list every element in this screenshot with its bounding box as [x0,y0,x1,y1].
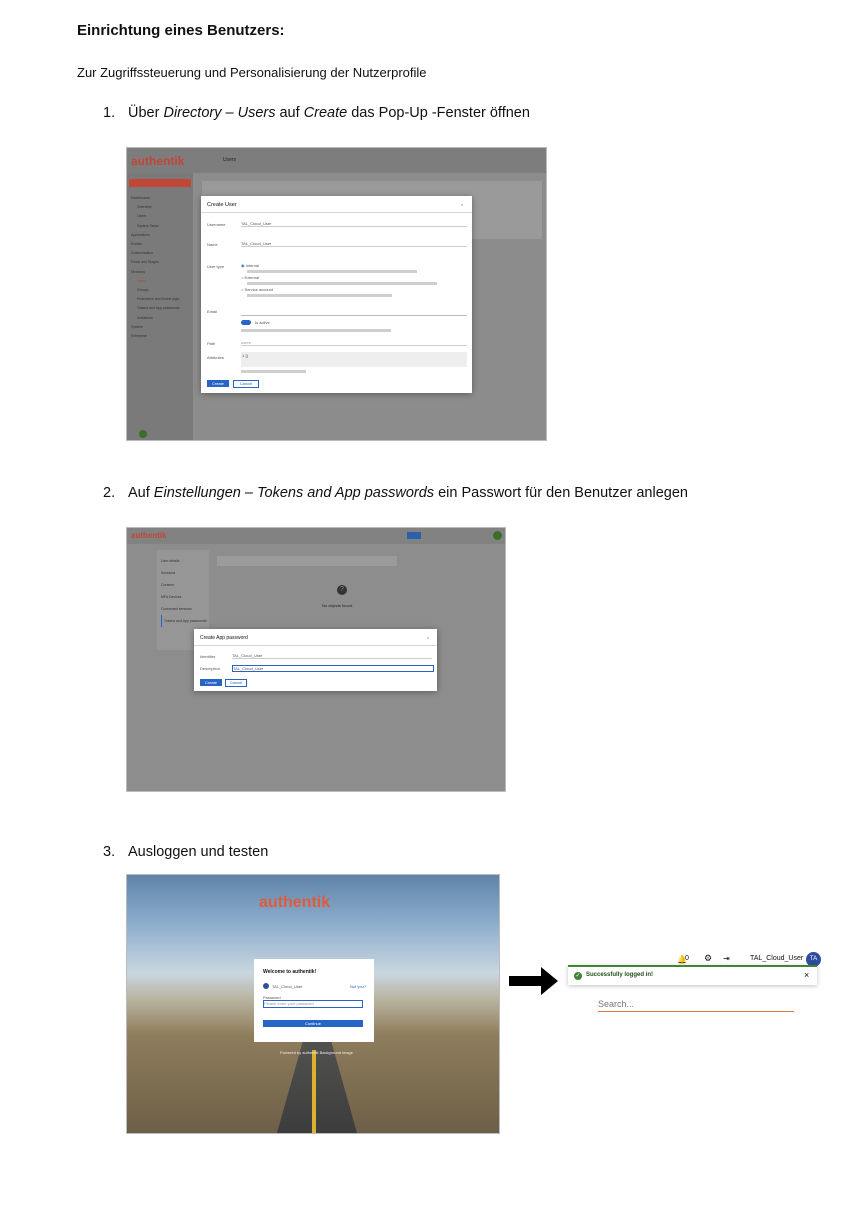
help-icon: ? [337,585,347,595]
modal-title: Create App password [200,635,248,641]
arrow-right-icon [509,966,559,1001]
settings-side-list: User details Sessions Consent MFA Devices Co… [161,555,207,627]
username-label: TAL_Cloud_User [750,955,804,962]
description-field[interactable]: TAL_Cloud_User [232,665,434,672]
screenshot-login: authentik Welcome to authentik! TAL_Clou… [126,874,500,1134]
modal-title: Create User [207,202,237,208]
radio-internal[interactable]: ◉ Internal [241,263,259,268]
step-2: 2. Auf Einstellungen – Tokens and App pas… [103,485,688,501]
continue-button[interactable]: Continue [263,1020,363,1027]
password-input[interactable]: Please enter your password [263,1000,363,1008]
not-you-link[interactable]: Not you? [350,984,366,989]
create-button[interactable]: Create [207,380,229,387]
path-field[interactable]: users [241,340,467,346]
avatar [139,430,147,438]
screenshot-logged-in: 🔔 0 ⚙ ⇥ TAL_Cloud_User TA ✓ Successfully… [568,950,823,1018]
radio-service[interactable]: ○ Service account [241,287,273,292]
screenshot-app-password: authentik User details Sessions Consent MFA… [126,527,506,792]
page-heading: Einrichtung eines Benutzers: [77,22,285,39]
authentik-logo: authentik [131,531,167,540]
success-toast: ✓ Successfully logged in! × [568,965,817,985]
notification-count: 0 [685,955,689,962]
active-toggle[interactable] [241,320,251,325]
create-app-password-modal: Create App password × Identifier TAL_Clo… [194,629,437,691]
page-title: Users [223,157,237,163]
cancel-button[interactable]: Cancel [233,380,259,388]
name-field[interactable]: TAL_Cloud_User [241,241,467,247]
create-user-modal: Create User × Username TAL_Cloud_User Na… [201,196,472,393]
close-icon[interactable]: × [461,202,463,207]
welcome-title: Welcome to authentik! [263,969,317,975]
logout-icon[interactable]: ⇥ [723,954,730,963]
identifier-field[interactable]: TAL_Cloud_User [232,653,432,659]
gear-icon[interactable]: ⚙ [704,953,712,964]
close-icon[interactable]: × [804,970,809,980]
login-card: Welcome to authentik! TAL_Cloud_User Not… [254,959,374,1042]
screenshot-create-user: authentik Users Dashboards Overview Users S… [126,147,547,441]
search-input[interactable]: Search... [598,999,794,1012]
close-icon[interactable]: × [427,635,429,640]
authentik-logo: authentik [259,894,331,911]
user-avatar [263,983,269,989]
authentik-logo: authentik [131,154,185,168]
username-field[interactable]: TAL_Cloud_User [241,221,467,227]
email-field[interactable] [241,313,467,316]
check-circle-icon: ✓ [574,972,582,980]
login-footer: Powered by authentik Background image [280,1050,353,1055]
empty-text: No objects found. [322,603,354,608]
step-1: 1. Über Directory – Users auf Create das … [103,105,530,121]
step-3: 3. Ausloggen und testen [103,844,269,860]
radio-external[interactable]: ○ External [241,275,259,280]
create-button[interactable]: Create [200,679,222,686]
intro-text: Zur Zugriffssteuerung und Personalisieru… [77,65,427,80]
sidebar-list: Dashboards Overview Users System Tasks Appli… [131,196,180,339]
toast-message: Successfully logged in! [586,972,654,978]
cancel-button[interactable]: Cancel [225,679,247,687]
attributes-editor[interactable]: 1 {} [241,352,467,367]
avatar [493,531,502,540]
